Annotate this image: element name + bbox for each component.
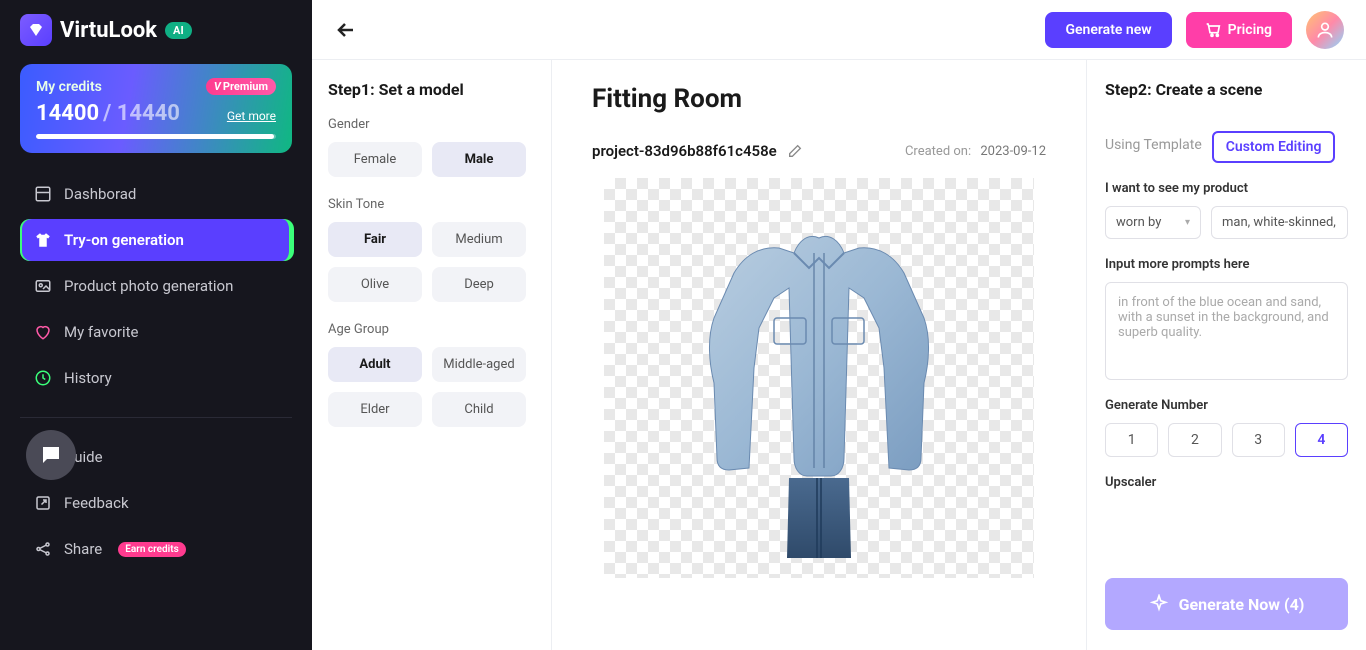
ai-badge: AI <box>165 22 192 39</box>
logo-icon <box>20 14 52 46</box>
sidebar-item-label: Share <box>64 540 102 558</box>
generate-now-button[interactable]: Generate Now (4) <box>1105 578 1348 630</box>
sidebar-item-label: My favorite <box>64 323 138 341</box>
sidebar-item-product[interactable]: Product photo generation <box>20 265 292 307</box>
model-desc-input[interactable]: man, white-skinned, <box>1211 206 1348 239</box>
earn-credits-badge: Earn credits <box>118 542 186 557</box>
avatar[interactable] <box>1306 11 1344 49</box>
gender-option-female[interactable]: Female <box>328 142 422 177</box>
tab-using-template[interactable]: Using Template <box>1105 131 1202 163</box>
age-label: Age Group <box>328 322 535 337</box>
sidebar-item-label: Feedback <box>64 494 129 512</box>
gender-option-male[interactable]: Male <box>432 142 526 177</box>
prompt-textarea[interactable]: in front of the blue ocean and sand, wit… <box>1105 282 1348 380</box>
product-image <box>659 198 979 558</box>
credits-current: 14400 <box>36 101 99 126</box>
sidebar-item-tryon[interactable]: Try-on generation <box>20 219 292 261</box>
back-button[interactable] <box>334 18 358 42</box>
step1-title: Step1: Set a model <box>328 80 535 99</box>
sidebar-item-share[interactable]: Share Earn credits <box>20 528 292 570</box>
age-option-child[interactable]: Child <box>432 392 526 427</box>
tab-custom-editing[interactable]: Custom Editing <box>1212 131 1336 163</box>
get-more-link[interactable]: Get more <box>227 109 276 123</box>
step2-title: Step2: Create a scene <box>1105 80 1348 99</box>
skin-label: Skin Tone <box>328 197 535 212</box>
sidebar-item-label: Product photo generation <box>64 277 233 295</box>
share-icon <box>34 540 52 558</box>
cart-icon <box>1206 22 1222 38</box>
prompt-label: Input more prompts here <box>1105 257 1348 272</box>
age-option-middle[interactable]: Middle-aged <box>432 347 526 382</box>
gen-num-4[interactable]: 4 <box>1295 423 1348 457</box>
gen-num-1[interactable]: 1 <box>1105 423 1158 457</box>
sidebar-item-label: Dashborad <box>64 185 136 203</box>
skin-option-medium[interactable]: Medium <box>432 222 526 257</box>
premium-badge: VPremium <box>206 78 276 95</box>
gen-num-3[interactable]: 3 <box>1232 423 1285 457</box>
age-option-elder[interactable]: Elder <box>328 392 422 427</box>
worn-by-select[interactable]: worn by ▾ <box>1105 206 1201 239</box>
logo: VirtuLook AI <box>20 14 292 46</box>
sidebar-item-label: Try-on generation <box>64 231 184 249</box>
gen-number-label: Generate Number <box>1105 398 1348 413</box>
external-icon <box>34 494 52 512</box>
brand-name: VirtuLook <box>60 18 157 43</box>
credits-label: My credits <box>36 79 102 95</box>
sidebar-item-feedback[interactable]: Feedback <box>20 482 292 524</box>
chat-button[interactable] <box>26 430 76 480</box>
created-on: Created on: 2023-09-12 <box>905 144 1046 159</box>
sidebar-item-favorite[interactable]: My favorite <box>20 311 292 353</box>
shirt-icon <box>34 231 52 249</box>
pricing-button[interactable]: Pricing <box>1186 12 1292 48</box>
project-name: project-83d96b88f61c458e <box>592 142 777 160</box>
edit-icon[interactable] <box>787 143 803 159</box>
see-product-label: I want to see my product <box>1105 181 1348 196</box>
chevron-down-icon: ▾ <box>1185 217 1190 228</box>
skin-option-fair[interactable]: Fair <box>328 222 422 257</box>
sidebar-item-label: History <box>64 369 112 387</box>
fitting-room-title: Fitting Room <box>592 84 1046 114</box>
dashboard-icon <box>34 185 52 203</box>
credits-card: My credits VPremium 14400 / 14440 Get mo… <box>20 64 292 153</box>
fitting-canvas[interactable] <box>604 178 1034 578</box>
upscaler-label: Upscaler <box>1105 475 1348 490</box>
skin-option-olive[interactable]: Olive <box>328 267 422 302</box>
sidebar-item-dashboard[interactable]: Dashborad <box>20 173 292 215</box>
sidebar-item-history[interactable]: History <box>20 357 292 399</box>
heart-icon <box>34 323 52 341</box>
clock-icon <box>34 369 52 387</box>
skin-option-deep[interactable]: Deep <box>432 267 526 302</box>
age-option-adult[interactable]: Adult <box>328 347 422 382</box>
gender-label: Gender <box>328 117 535 132</box>
photo-icon <box>34 277 52 295</box>
credits-progress <box>36 134 276 139</box>
gen-num-2[interactable]: 2 <box>1168 423 1221 457</box>
sparkle-icon <box>1149 594 1169 614</box>
generate-new-button[interactable]: Generate new <box>1045 12 1171 48</box>
credits-total: 14440 <box>117 101 180 126</box>
